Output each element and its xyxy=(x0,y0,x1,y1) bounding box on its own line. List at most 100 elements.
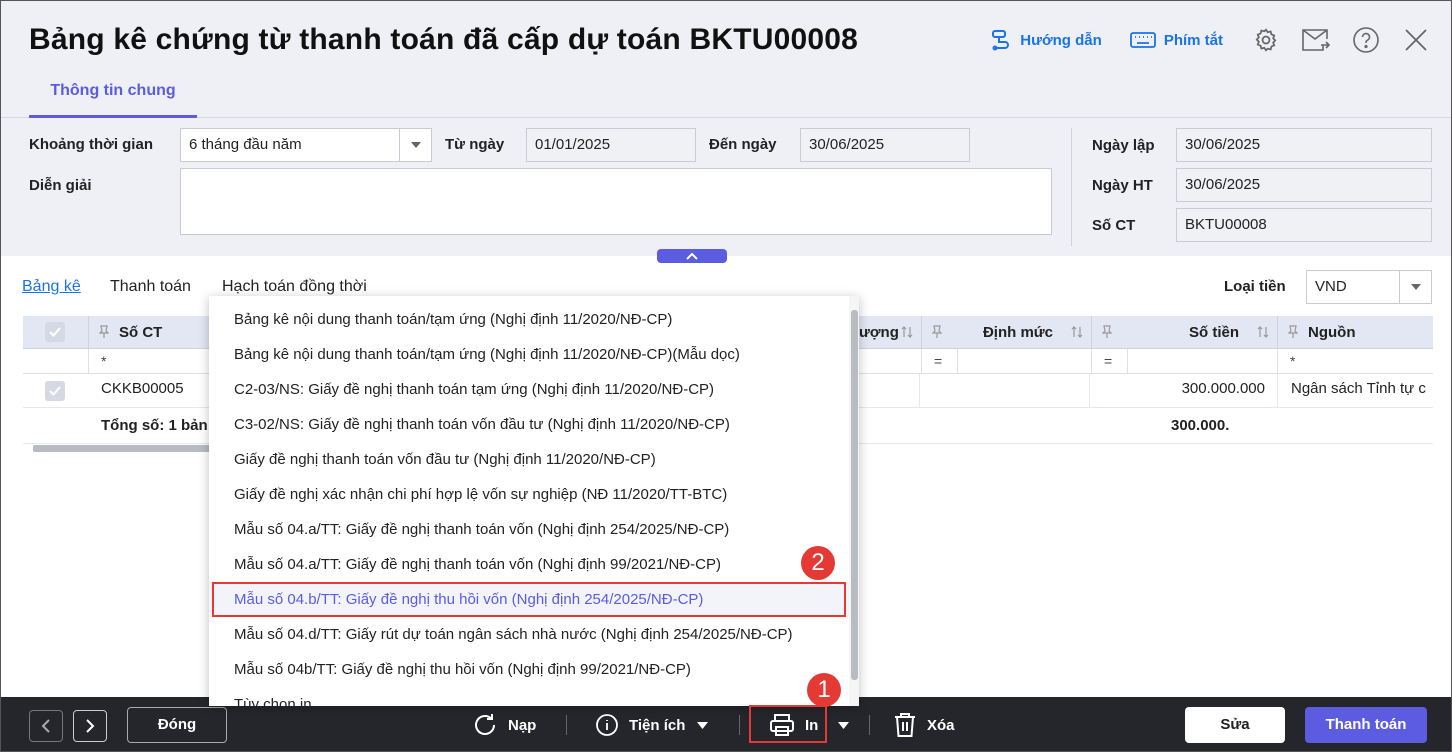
cell-divider xyxy=(1277,374,1278,408)
reload-button[interactable]: Nạp xyxy=(472,707,536,743)
sort-icon xyxy=(901,326,913,338)
currency-select[interactable]: VND xyxy=(1306,270,1432,304)
gear-icon xyxy=(1255,28,1277,52)
to-date-label: Đến ngày xyxy=(709,136,777,153)
cell-divider xyxy=(1089,374,1090,408)
menu-item-print-template[interactable]: Bảng kê nội dung thanh toán/tạm ứng (Ngh… xyxy=(209,302,849,337)
menu-item-print-template[interactable]: Bảng kê nội dung thanh toán/tạm ứng (Ngh… xyxy=(209,337,849,372)
subtab-payment[interactable]: Thanh toán xyxy=(110,278,191,296)
menu-item-print-template[interactable]: Mẫu số 04.a/TT: Giấy đề nghị thanh toán … xyxy=(209,547,849,582)
column-header-qty[interactable]: ượng xyxy=(859,316,921,349)
utilities-label: Tiện ích xyxy=(629,716,686,734)
column-title-qty: ượng xyxy=(859,324,899,341)
column-title-source: Nguồn xyxy=(1308,324,1356,341)
print-menu: Bảng kê nội dung thanh toán/tạm ứng (Ngh… xyxy=(209,296,859,706)
guide-icon xyxy=(992,30,1010,51)
menu-scrollbar[interactable] xyxy=(849,296,859,706)
column-header-source[interactable]: Nguồn xyxy=(1277,316,1433,349)
menu-item-print-template[interactable]: C2-03/NS: Giấy đề nghị thanh toán tạm ứn… xyxy=(209,372,849,407)
currency-label: Loại tiền xyxy=(1224,278,1286,295)
next-record-button[interactable] xyxy=(73,710,107,742)
pin-icon xyxy=(1102,325,1112,338)
total-amount: 300.000. xyxy=(1171,417,1230,434)
filter-norm-operator[interactable]: = xyxy=(921,349,957,374)
menu-item-print-template[interactable]: Giấy đề nghị thanh toán vốn đầu tư (Nghị… xyxy=(209,442,849,477)
close-button[interactable] xyxy=(1401,25,1431,55)
caret-down-icon xyxy=(1410,284,1421,290)
menu-item-print-template[interactable]: Giấy đề nghị xác nhận chi phí hợp lệ vốn… xyxy=(209,477,849,512)
subtab-accounting[interactable]: Hạch toán đồng thời xyxy=(222,278,367,296)
chevron-right-icon xyxy=(86,719,95,733)
step-badge-1: 1 xyxy=(807,673,841,707)
close-form-button[interactable]: Đóng xyxy=(127,707,227,743)
menu-item-print-options[interactable]: Tùy chọn in xyxy=(209,687,849,706)
currency-dropdown-button[interactable] xyxy=(1399,271,1431,303)
posting-date-field[interactable]: 30/06/2025 xyxy=(1176,168,1432,202)
help-button[interactable] xyxy=(1351,25,1381,55)
menu-item-print-template[interactable]: Mẫu số 04b/TT: Giấy đề nghị thu hồi vốn … xyxy=(209,652,849,687)
reload-label: Nạp xyxy=(508,716,537,734)
check-icon xyxy=(49,386,61,396)
subtab-list[interactable]: Bảng kê xyxy=(22,278,81,296)
select-all-checkbox[interactable] xyxy=(45,322,65,342)
column-header-norm[interactable]: Định mức xyxy=(921,316,1091,349)
tab-bar: Thông tin chung xyxy=(1,71,1451,118)
from-date-field[interactable]: 01/01/2025 xyxy=(526,128,696,162)
cell-amount: 300.000.000 xyxy=(1181,380,1265,397)
tab-general-info[interactable]: Thông tin chung xyxy=(29,71,197,118)
prev-record-button[interactable] xyxy=(29,710,63,742)
menu-item-print-template[interactable]: C3-02/NS: Giấy đề nghị thanh toán vốn đầ… xyxy=(209,407,849,442)
filter-docno[interactable]: * xyxy=(88,349,209,374)
delete-button[interactable]: Xóa xyxy=(893,707,955,743)
created-date-field[interactable]: 30/06/2025 xyxy=(1176,128,1432,162)
help-link[interactable]: Hướng dẫn xyxy=(990,29,1102,51)
column-header-docno[interactable]: Số CT xyxy=(88,316,209,349)
menu-item-recovery-request-254[interactable]: Mẫu số 04.b/TT: Giấy đề nghị thu hồi vốn… xyxy=(209,582,849,617)
column-title-docno: Số CT xyxy=(119,324,163,341)
column-header-amount[interactable]: Số tiền xyxy=(1091,316,1277,349)
settings-button[interactable] xyxy=(1251,25,1281,55)
trash-icon xyxy=(895,713,915,737)
menu-scrollbar-thumb[interactable] xyxy=(851,310,858,680)
sort-icon xyxy=(1257,326,1269,338)
column-title-amount: Số tiền xyxy=(1188,324,1239,341)
shortcut-label: Phím tắt xyxy=(1163,31,1223,49)
created-date-label: Ngày lập xyxy=(1092,137,1155,154)
delete-label: Xóa xyxy=(927,716,955,734)
filter-amount-operator[interactable]: = xyxy=(1091,349,1127,374)
pin-icon xyxy=(932,325,942,338)
description-field[interactable] xyxy=(180,168,1052,235)
doc-number-field[interactable]: BKTU00008 xyxy=(1176,208,1432,242)
total-label: Tổng số: 1 bản xyxy=(101,417,208,434)
check-icon xyxy=(49,327,61,337)
period-label: Khoảng thời gian xyxy=(29,136,153,153)
menu-item-print-template[interactable]: Mẫu số 04.d/TT: Giấy rút dự toán ngân sá… xyxy=(209,617,849,652)
from-date-label: Từ ngày xyxy=(445,136,505,153)
row-checkbox[interactable] xyxy=(45,381,65,401)
filter-source[interactable]: * xyxy=(1277,349,1433,374)
print-dropdown-button[interactable] xyxy=(838,707,849,743)
caret-down-icon xyxy=(410,142,421,148)
print-highlight-box xyxy=(749,705,827,743)
to-date-field[interactable]: 30/06/2025 xyxy=(800,128,970,162)
email-button[interactable] xyxy=(1301,25,1331,55)
toolbar-separator xyxy=(566,715,567,735)
pin-icon xyxy=(99,325,109,338)
filter-norm-input[interactable] xyxy=(957,349,1091,374)
refresh-icon xyxy=(475,714,495,735)
pay-button[interactable]: Thanh toán xyxy=(1305,707,1427,743)
filter-amount-input[interactable] xyxy=(1127,349,1277,374)
utilities-button[interactable]: Tiện ích xyxy=(595,707,709,743)
close-icon xyxy=(1405,29,1427,51)
period-dropdown-button[interactable] xyxy=(399,129,431,161)
menu-item-print-template[interactable]: Mẫu số 04.a/TT: Giấy đề nghị thanh toán … xyxy=(209,512,849,547)
question-icon xyxy=(1353,27,1379,53)
header-panel: Bảng kê chứng từ thanh toán đã cấp dự to… xyxy=(1,1,1451,256)
period-select[interactable]: 6 tháng đầu năm xyxy=(180,128,432,162)
collapse-header-button[interactable] xyxy=(657,249,727,263)
pin-icon xyxy=(1288,325,1298,338)
shortcut-link[interactable]: Phím tắt xyxy=(1129,31,1223,49)
period-value: 6 tháng đầu năm xyxy=(189,136,302,153)
step-badge-2: 2 xyxy=(801,546,835,580)
edit-button[interactable]: Sửa xyxy=(1185,707,1285,743)
